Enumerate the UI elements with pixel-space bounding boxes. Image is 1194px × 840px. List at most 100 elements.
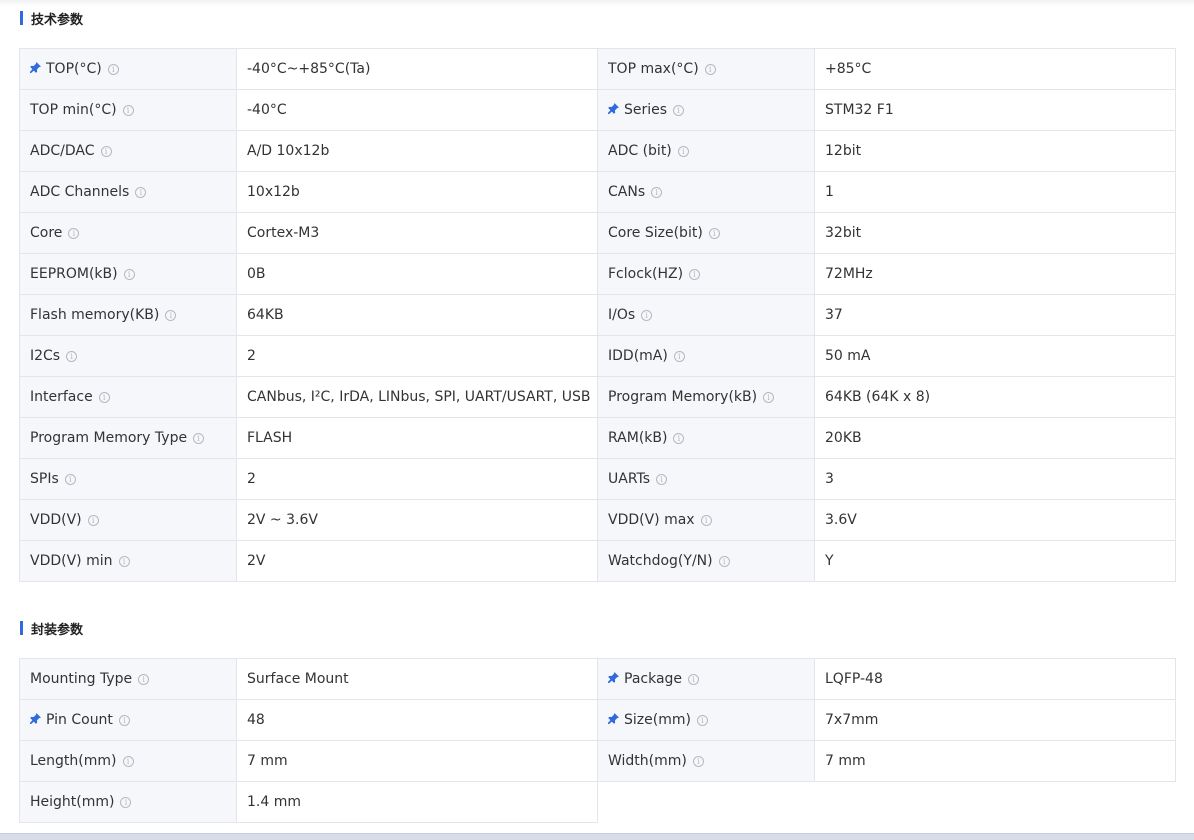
param-label-cell: Program Memory Type i — [19, 417, 237, 459]
info-icon[interactable]: i — [688, 674, 700, 685]
pin-icon — [608, 103, 619, 117]
param-row: VDD(V) i 2V ~ 3.6V VDD(V) max i 3.6V — [19, 499, 1176, 541]
info-icon[interactable]: i — [696, 715, 708, 726]
param-label-cell: Fclock(HZ) i — [597, 253, 815, 295]
info-icon[interactable]: i — [107, 64, 119, 75]
info-icon[interactable]: i — [68, 228, 80, 239]
info-icon[interactable]: i — [87, 515, 99, 526]
param-label: TOP max(°C) — [608, 61, 699, 77]
param-value: 1.4 mm — [236, 781, 598, 823]
param-label: IDD(mA) — [608, 348, 668, 364]
param-label-cell: EEPROM(kB) i — [19, 253, 237, 295]
param-row: EEPROM(kB) i 0B Fclock(HZ) i 72MHz — [19, 253, 1176, 295]
param-label: Mounting Type — [30, 671, 133, 687]
param-label: VDD(V) — [30, 512, 82, 528]
info-icon[interactable]: i — [673, 105, 685, 116]
info-icon[interactable]: i — [704, 64, 716, 75]
param-value: CANbus, I²C, IrDA, LINbus, SPI, UART/USA… — [236, 376, 598, 418]
param-row: Program Memory Type i FLASH RAM(kB) i 20KB — [19, 417, 1176, 459]
info-icon[interactable]: i — [118, 556, 130, 567]
param-label-cell: I2Cs i — [19, 335, 237, 377]
param-label-cell: Flash memory(KB) i — [19, 294, 237, 336]
param-label: ADC (bit) — [608, 143, 672, 159]
param-label: Core — [30, 225, 63, 241]
param-label: VDD(V) min — [30, 553, 113, 569]
pin-icon — [608, 672, 619, 686]
param-label: Flash memory(KB) — [30, 307, 160, 323]
info-icon[interactable]: i — [66, 351, 78, 362]
info-icon[interactable]: i — [193, 433, 205, 444]
param-label-cell: VDD(V) i — [19, 499, 237, 541]
param-label: Pin Count — [46, 712, 113, 728]
param-label: Interface — [30, 389, 93, 405]
pin-icon — [30, 713, 41, 727]
param-value: 64KB — [236, 294, 598, 336]
info-icon[interactable]: i — [120, 797, 132, 808]
param-label-cell: Interface i — [19, 376, 237, 418]
param-label-cell: I/Os i — [597, 294, 815, 336]
info-icon[interactable]: i — [673, 351, 685, 362]
tech-params-table: TOP(°C) i -40°C~+85°C(Ta) TOP max(°C) i +85°C… — [19, 48, 1176, 582]
info-icon[interactable]: i — [708, 228, 720, 239]
pin-icon — [608, 713, 619, 727]
info-icon[interactable]: i — [64, 474, 76, 485]
param-value: Cortex-M3 — [236, 212, 598, 254]
info-icon[interactable]: i — [700, 515, 712, 526]
info-icon[interactable]: i — [651, 187, 663, 198]
info-icon[interactable]: i — [123, 269, 135, 280]
param-row: I2Cs i 2 IDD(mA) i 50 mA — [19, 335, 1176, 377]
info-icon[interactable]: i — [718, 556, 730, 567]
param-row: Height(mm) i 1.4 mm — [19, 781, 1176, 823]
param-value: LQFP-48 — [814, 658, 1176, 700]
param-label: Height(mm) — [30, 794, 115, 810]
param-label-cell: Size(mm) i — [597, 699, 815, 741]
param-row: VDD(V) min i 2V Watchdog(Y/N) i Y — [19, 540, 1176, 582]
param-label: TOP(°C) — [46, 61, 102, 77]
param-label-cell: Core i — [19, 212, 237, 254]
info-icon[interactable]: i — [673, 433, 685, 444]
param-value: 20KB — [814, 417, 1176, 459]
param-label-cell: Program Memory(kB) i — [597, 376, 815, 418]
info-icon[interactable]: i — [656, 474, 668, 485]
param-value: 7 mm — [236, 740, 598, 782]
param-label: TOP min(°C) — [30, 102, 117, 118]
param-value: 7x7mm — [814, 699, 1176, 741]
param-label: Fclock(HZ) — [608, 266, 684, 282]
param-label: RAM(kB) — [608, 430, 668, 446]
info-icon[interactable]: i — [641, 310, 653, 321]
info-icon[interactable]: i — [122, 105, 134, 116]
param-label-cell: RAM(kB) i — [597, 417, 815, 459]
info-icon[interactable]: i — [118, 715, 130, 726]
info-icon[interactable]: i — [677, 146, 689, 157]
param-label: Package — [624, 671, 683, 687]
param-value: 2 — [236, 458, 598, 500]
param-label-cell: Width(mm) i — [597, 740, 815, 782]
param-value: 72MHz — [814, 253, 1176, 295]
param-value: Y — [814, 540, 1176, 582]
param-label: Size(mm) — [624, 712, 691, 728]
info-icon[interactable]: i — [138, 674, 150, 685]
info-icon[interactable]: i — [135, 187, 147, 198]
empty-cell — [598, 782, 1176, 823]
tech-params-body: TOP(°C) i -40°C~+85°C(Ta) TOP max(°C) i +85°C… — [19, 48, 1176, 582]
info-icon[interactable]: i — [100, 146, 112, 157]
package-section-title: 封装参数 — [31, 622, 84, 638]
info-icon[interactable]: i — [165, 310, 177, 321]
param-label: I2Cs — [30, 348, 61, 364]
param-row: Mounting Type i Surface Mount Package i LQFP-… — [19, 658, 1176, 700]
param-label: ADC Channels — [30, 184, 130, 200]
param-label: UARTs — [608, 471, 651, 487]
param-label-cell: Mounting Type i — [19, 658, 237, 700]
param-label-cell: Core Size(bit) i — [597, 212, 815, 254]
param-value: 10x12b — [236, 171, 598, 213]
package-params-table: Mounting Type i Surface Mount Package i LQFP-… — [19, 658, 1176, 823]
info-icon[interactable]: i — [763, 392, 775, 403]
package-section-header: 封装参数 — [20, 620, 84, 638]
info-icon[interactable]: i — [689, 269, 701, 280]
param-label: Core Size(bit) — [608, 225, 703, 241]
info-icon[interactable]: i — [122, 756, 134, 767]
param-value: 32bit — [814, 212, 1176, 254]
info-icon[interactable]: i — [692, 756, 704, 767]
param-row: Pin Count i 48 Size(mm) i 7x7mm — [19, 699, 1176, 741]
info-icon[interactable]: i — [98, 392, 110, 403]
